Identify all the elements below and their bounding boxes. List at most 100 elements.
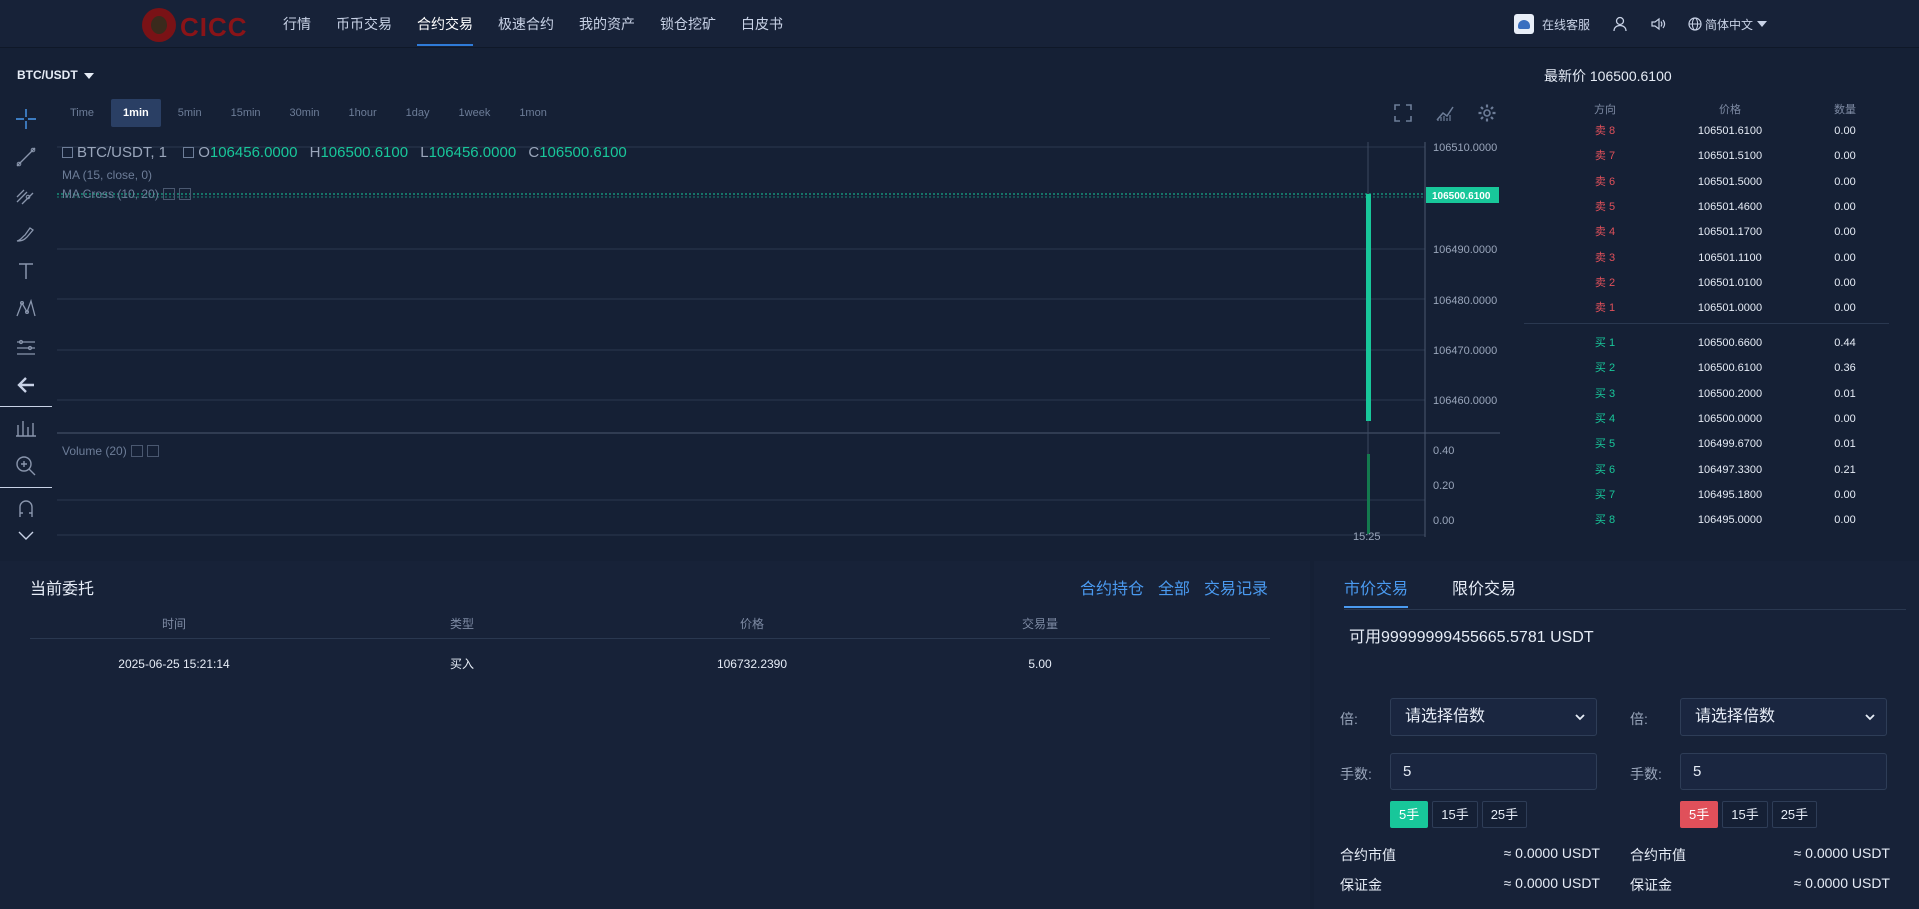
leverage-label: 倍: <box>1630 711 1648 727</box>
order-type: 买入 <box>449 657 474 671</box>
order-book-price: 106501.5100 <box>1697 150 1763 163</box>
sell-form: 倍: 请选择倍数 手数: 5 5手 15手 25手 合约市值 ≈ 0.0000 U… <box>1630 561 1890 909</box>
chevron-down-icon[interactable] <box>0 528 52 544</box>
trade-panel: 市价交易 限价交易 可用99999999455665.5781 USDT 倍: … <box>1314 561 1919 909</box>
ask-row[interactable]: 卖 3 106501.1100 0.00 <box>1515 246 1895 271</box>
leverage-select[interactable]: 请选择倍数 <box>1390 698 1597 736</box>
brush-icon[interactable] <box>0 214 52 252</box>
bid-row[interactable]: 买 2 106500.6100 0.36 <box>1515 356 1895 381</box>
order-book-price: 106501.0100 <box>1697 276 1763 289</box>
user-icon[interactable] <box>1612 16 1628 32</box>
collapse-icon <box>62 147 73 158</box>
order-book-qty: 0.01 <box>1834 387 1856 400</box>
nav-item-assets[interactable]: 我的资产 <box>579 0 635 48</box>
back-arrow-icon[interactable] <box>0 366 52 404</box>
candle <box>1366 194 1371 421</box>
order-book-qty: 0.00 <box>1834 514 1856 527</box>
bar-chart-icon[interactable] <box>0 409 52 447</box>
interval-30min[interactable]: 30min <box>278 99 332 127</box>
trade-history-link[interactable]: 交易记录 <box>1204 575 1268 599</box>
text-tool-icon[interactable] <box>0 252 52 290</box>
quick-15-button[interactable]: 15手 <box>1432 801 1478 828</box>
interval-time[interactable]: Time <box>58 99 106 127</box>
orders-title: 当前委托 <box>30 581 95 598</box>
nav-item-spot[interactable]: 币币交易 <box>336 0 392 48</box>
zoom-in-icon[interactable] <box>0 447 52 485</box>
nav-item-whitepaper[interactable]: 白皮书 <box>741 0 783 48</box>
lots-input[interactable]: 5 <box>1390 753 1597 790</box>
quick-25-button[interactable]: 25手 <box>1771 801 1818 828</box>
nav-item-fast-contract[interactable]: 极速合约 <box>498 0 554 48</box>
pair-selector[interactable]: BTC/USDT <box>17 68 94 82</box>
order-book-side: 买 5 <box>1594 438 1616 451</box>
order-book-qty: 0.00 <box>1834 150 1856 163</box>
ask-row[interactable]: 卖 4 106501.1700 0.00 <box>1515 220 1895 245</box>
lots-input[interactable]: 5 <box>1680 753 1887 790</box>
order-book-qty: 0.01 <box>1834 438 1856 451</box>
order-book-side: 卖 1 <box>1594 302 1616 315</box>
all-link[interactable]: 全部 <box>1158 575 1190 599</box>
positions-link[interactable]: 合约持仓 <box>1080 575 1144 599</box>
order-book-qty: 0.00 <box>1834 226 1856 239</box>
interval-15min[interactable]: 15min <box>219 99 273 127</box>
leverage-select[interactable]: 请选择倍数 <box>1680 698 1887 736</box>
fib-tool-icon[interactable] <box>0 176 52 214</box>
interval-1mon[interactable]: 1mon <box>507 99 559 127</box>
indicators-icon[interactable] <box>1435 103 1455 123</box>
brand-logo[interactable]: CICC <box>140 6 247 44</box>
chart-panel: BTC/USDT Time 1min 5min 15min 30min 1hou… <box>0 48 1500 553</box>
bid-row[interactable]: 买 3 106500.2000 0.01 <box>1515 382 1895 407</box>
price-tick: 106470.0000 <box>1433 345 1497 357</box>
quick-25-button[interactable]: 25手 <box>1481 801 1528 828</box>
bid-row[interactable]: 买 7 106495.1800 0.00 <box>1515 483 1895 508</box>
nav-item-contract[interactable]: 合约交易 <box>417 0 473 48</box>
order-book-qty: 0.21 <box>1834 463 1856 476</box>
order-book-price: 106500.2000 <box>1697 387 1763 400</box>
ask-row[interactable]: 卖 1 106501.0000 0.00 <box>1515 296 1895 321</box>
bid-row[interactable]: 买 8 106495.0000 0.00 <box>1515 508 1895 533</box>
margin-row: 保证金 ≈ 0.0000 USDT <box>1340 875 1600 893</box>
order-book-side: 买 7 <box>1594 488 1616 501</box>
ask-row[interactable]: 卖 7 106501.5100 0.00 <box>1515 144 1895 169</box>
quick-15-button[interactable]: 15手 <box>1722 801 1768 828</box>
ask-row[interactable]: 卖 6 106501.5000 0.00 <box>1515 170 1895 195</box>
ask-row[interactable]: 卖 5 106501.4600 0.00 <box>1515 195 1895 220</box>
interval-1hour[interactable]: 1hour <box>337 99 389 127</box>
settings-gear-icon[interactable] <box>1477 103 1497 123</box>
order-book-qty: 0.44 <box>1834 337 1856 349</box>
bid-row[interactable]: 买 4 106500.0000 0.00 <box>1515 407 1895 432</box>
price-tick: 106460.0000 <box>1433 395 1497 407</box>
order-book-price: 106501.0000 <box>1697 302 1763 315</box>
settings-icon <box>162 188 175 200</box>
quick-5-button[interactable]: 5手 <box>1390 801 1429 828</box>
ask-row[interactable]: 卖 2 106501.0100 0.00 <box>1515 271 1895 296</box>
price-chart[interactable]: 106510.0000 106490.0000 106480.0000 1064… <box>57 142 1500 543</box>
bid-row[interactable]: 买 5 106499.6700 0.01 <box>1515 432 1895 457</box>
bid-row[interactable]: 买 1 106500.6600 0.44 <box>1515 331 1895 356</box>
interval-1week[interactable]: 1week <box>447 99 503 127</box>
interval-1min[interactable]: 1min <box>111 99 161 127</box>
close-icon <box>178 188 191 200</box>
order-book-price: 106500.6100 <box>1697 362 1763 375</box>
order-book-price: 106497.3300 <box>1697 463 1763 476</box>
fullscreen-icon[interactable] <box>1393 103 1413 123</box>
language-selector[interactable]: 简体中文 <box>1688 16 1767 33</box>
order-book-qty: 0.00 <box>1834 251 1856 264</box>
pattern-tool-icon[interactable] <box>0 290 52 328</box>
customer-service-link[interactable]: 在线客服 <box>1513 14 1590 34</box>
bid-row[interactable]: 买 6 106497.3300 0.21 <box>1515 458 1895 483</box>
nav-item-mining[interactable]: 锁仓挖矿 <box>660 0 716 48</box>
trend-line-icon[interactable] <box>0 138 52 176</box>
table-row[interactable]: 2025-06-25 15:21:14 买入 106732.2390 5.00 <box>30 649 1270 679</box>
sound-icon[interactable] <box>1650 16 1666 32</box>
interval-1day[interactable]: 1day <box>394 99 442 127</box>
measure-tool-icon[interactable] <box>0 328 52 366</box>
crosshair-icon[interactable] <box>0 100 52 138</box>
magnet-icon[interactable] <box>0 490 52 528</box>
order-time: 2025-06-25 15:21:14 <box>118 657 230 671</box>
quick-5-button[interactable]: 5手 <box>1680 801 1719 828</box>
order-book-price: 106501.6100 <box>1697 125 1763 137</box>
ask-row[interactable]: 卖 8 106501.6100 0.00 <box>1515 119 1895 144</box>
nav-item-market[interactable]: 行情 <box>283 0 311 48</box>
interval-5min[interactable]: 5min <box>166 99 214 127</box>
